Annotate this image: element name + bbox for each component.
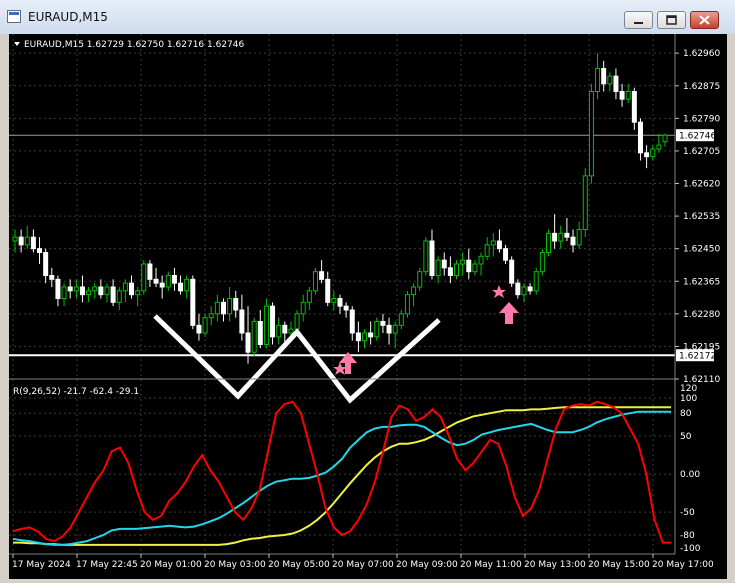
time-tick-label: 20 May 13:00 (524, 560, 586, 570)
window-title: EURAUD,M15 (28, 10, 108, 24)
candle (202, 313, 208, 337)
candle (263, 298, 269, 349)
indicator-tick-label: -80 (680, 531, 695, 541)
time-tick-label: 17 May 2024 (12, 560, 71, 570)
candle (404, 290, 410, 318)
price-tick-label: 1.62960 (683, 49, 720, 59)
price-tick-label: 1.62365 (683, 277, 720, 287)
candle (374, 317, 380, 341)
svg-text:1.62746: 1.62746 (679, 132, 716, 142)
chart-area[interactable]: 1.62960 1.62875 1.62790 1.62705 1.62620 1.625… (9, 34, 727, 579)
indicator-tick-label: 100 (680, 394, 697, 404)
chart-svg[interactable]: 1.62960 1.62875 1.62790 1.62705 1.62620 1.625… (9, 34, 727, 579)
time-tick-label: 17 May 22:45 (76, 560, 138, 570)
minimize-button[interactable] (624, 11, 653, 29)
candle (312, 267, 318, 295)
title-bar[interactable]: EURAUD,M15 (0, 0, 735, 34)
close-button[interactable] (690, 11, 719, 29)
chart-window-icon (7, 10, 21, 23)
indicator-info: R(9,26,52) -21.7 -62.4 -29.1 (13, 387, 139, 397)
app-window: EURAUD,M15 1.62960 1.62875 1.62790 1.627… (0, 0, 735, 583)
candle (582, 168, 588, 238)
price-tick-label: 1.62535 (683, 212, 720, 222)
indicator-tick-label: -50 (680, 508, 695, 518)
chart-background (9, 34, 727, 579)
maximize-button[interactable] (657, 11, 686, 29)
candle (545, 229, 551, 257)
candle (533, 267, 539, 295)
candle (190, 275, 196, 330)
candle (141, 260, 147, 295)
indicator-tick-label: 50 (680, 432, 692, 442)
candle (588, 83, 594, 184)
price-tick-label: 1.62875 (683, 82, 720, 92)
indicator-tick-label: 80 (680, 409, 692, 419)
price-tick-label: 1.62790 (683, 114, 720, 124)
current-price-label: 1.62746 (676, 129, 716, 142)
candle (423, 237, 429, 276)
time-tick-label: 20 May 15:00 (588, 560, 650, 570)
price-tick-label: 1.62620 (683, 180, 720, 190)
price-tick-label: 1.62450 (683, 245, 720, 255)
candle (251, 317, 257, 356)
indicator-tick-label: -100 (680, 544, 701, 554)
time-tick-label: 20 May 17:00 (652, 560, 714, 570)
time-tick-label: 20 May 07:00 (332, 560, 394, 570)
candle (509, 256, 515, 287)
indicator-tick-label: 0.00 (680, 470, 700, 480)
candle (539, 248, 545, 276)
time-tick-label: 20 May 03:00 (204, 560, 266, 570)
time-tick-label: 20 May 01:00 (140, 560, 202, 570)
svg-text:1.62172: 1.62172 (679, 352, 716, 362)
time-tick-label: 20 May 05:00 (268, 560, 330, 570)
time-tick-label: 20 May 09:00 (396, 560, 458, 570)
candle (417, 267, 423, 291)
price-tick-label: 1.62280 (683, 310, 720, 320)
price-tick-label: 1.62705 (683, 147, 720, 157)
symbol-info: EURAUD,M15 1.62729 1.62750 1.62716 1.627… (24, 40, 245, 50)
indicator-tick-label: 120 (680, 384, 697, 394)
line-price-label: 1.62172 (676, 349, 716, 362)
time-tick-label: 20 May 11:00 (460, 560, 522, 570)
symbol-header: EURAUD,M15 1.62729 1.62750 1.62716 1.627… (14, 40, 245, 50)
